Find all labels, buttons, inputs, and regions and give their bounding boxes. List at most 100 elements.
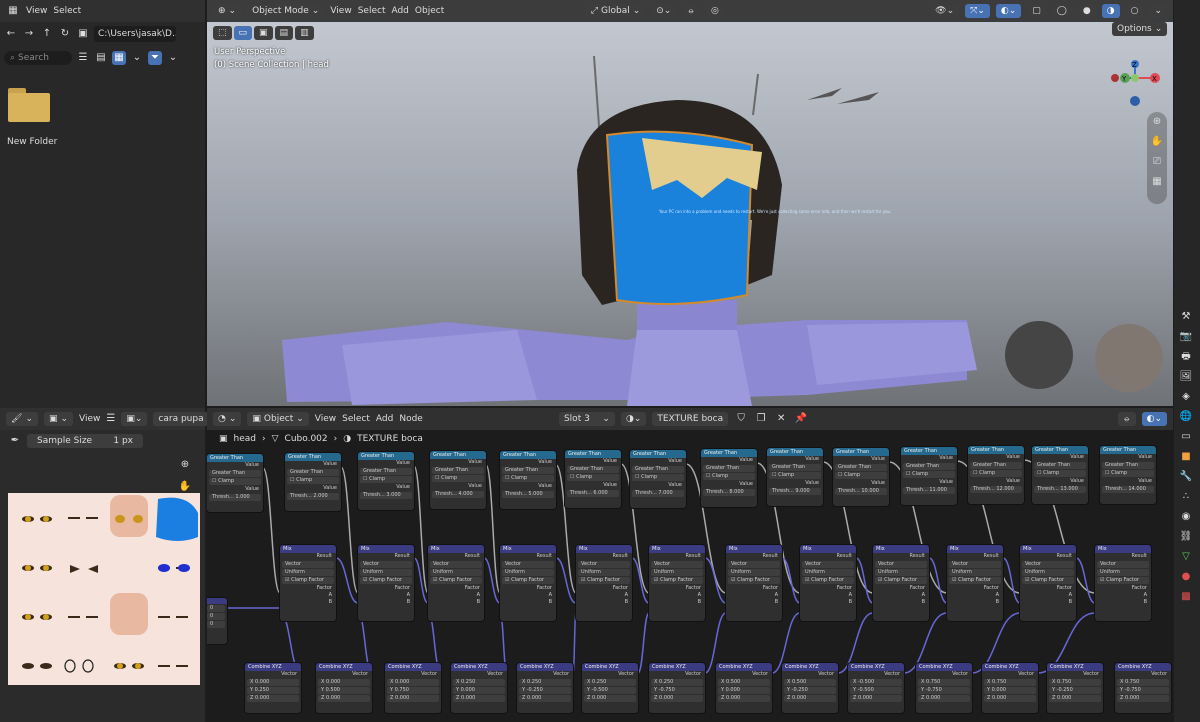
forward-icon[interactable]: → [22, 27, 36, 41]
menu-view[interactable]: View [26, 6, 47, 16]
greater-than-node[interactable]: Greater Than Value Greater Than ☐ Clamp Valu… [358, 452, 414, 510]
greater-than-node[interactable]: Greater Than Value Greater Than ☐ Clamp Valu… [565, 450, 621, 508]
folder-icon[interactable] [8, 88, 50, 122]
greater-than-node[interactable]: Greater Than Value Greater Than ☐ Clamp Valu… [1032, 446, 1088, 504]
grid-view-icon[interactable]: ▦ [112, 51, 126, 65]
greater-than-node[interactable]: Greater Than Value Greater Than ☐ Clamp Valu… [767, 448, 823, 506]
data-tab-icon[interactable]: ▽ [1179, 550, 1193, 564]
greater-than-node[interactable]: Greater Than Value Greater Than ☐ Clamp Valu… [430, 451, 486, 509]
parent-dir-icon[interactable]: ↑ [40, 27, 54, 41]
greater-than-node[interactable]: Greater Than Value Greater Than ☐ Clamp Valu… [207, 454, 263, 512]
list-view-icon[interactable]: ☰ [76, 51, 90, 65]
combine-xyz-node[interactable]: Combine XYZ Vector X 0.250 Y -0.500 Z 0.000 [582, 663, 638, 713]
combine-xyz-node[interactable]: Combine XYZ Vector X 0.250 Y -0.250 Z 0.000 [517, 663, 573, 713]
search-input[interactable]: ⌕ Search [4, 51, 72, 65]
path-field[interactable]: C:\Users\jasak\D... [94, 26, 176, 42]
object-tab-icon[interactable]: ■ [1179, 450, 1193, 464]
3d-viewport[interactable]: ⊕ ⌄ Object Mode ⌄ View Select Add Object ⤢… [207, 0, 1173, 406]
mix-node[interactable]: Mix Result Vector Uniform ☑ Clamp Factor Fact… [1020, 545, 1076, 621]
image-name-field[interactable]: cara pupa [153, 412, 209, 426]
output-tab-icon[interactable]: 🖶 [1179, 350, 1193, 364]
combine-xyz-node[interactable]: Combine XYZ Vector X 0.000 Y 0.250 Z 0.000 [245, 663, 301, 713]
combine-xyz-node[interactable]: Combine XYZ Vector X 0.750 Y -0.750 Z 0.000 [916, 663, 972, 713]
greater-than-node[interactable]: Greater Than Value Greater Than ☐ Clamp Valu… [500, 451, 556, 509]
node-input: B [848, 599, 852, 605]
threshold-field: Thresh... 3.000 [360, 492, 412, 499]
node-title: Combine XYZ [316, 663, 372, 671]
sample-size-field[interactable]: Sample Size 1 px [27, 434, 143, 448]
zoom-icon[interactable]: ⊕ [178, 458, 192, 472]
chevron-down-icon[interactable]: ⌄ [130, 51, 144, 65]
combine-xyz-node[interactable]: Combine XYZ Vector X 0.750 Y 0.000 Z 0.000 [982, 663, 1038, 713]
mix-node[interactable]: Mix Result Vector Uniform ☑ Clamp Factor Fact… [1095, 545, 1151, 621]
combine-xyz-node[interactable]: Combine XYZ Vector X -0.500 Y -0.500 Z 0.000 [848, 663, 904, 713]
greater-than-node[interactable]: Greater Than Value Greater Than ☐ Clamp Valu… [901, 447, 957, 505]
mix-node[interactable]: Mix Result Vector Uniform ☑ Clamp Factor Fact… [726, 545, 782, 621]
node-input: Value [1006, 478, 1020, 484]
greater-than-node[interactable]: Greater Than Value Greater Than ☐ Clamp Valu… [968, 446, 1024, 504]
greater-than-node[interactable]: Greater Than Value Greater Than ☐ Clamp Valu… [1100, 446, 1156, 504]
texture-image[interactable] [8, 493, 200, 685]
render-tab-icon[interactable]: 📷 [1179, 330, 1193, 344]
combine-xyz-node[interactable]: Combine XYZ Vector X 0.500 Y -0.250 Z 0.000 [782, 663, 838, 713]
mix-node[interactable]: Mix Result Vector Uniform ☑ Clamp Factor Fact… [947, 545, 1003, 621]
mix-node[interactable]: Mix Result Vector Uniform ☑ Clamp Factor Fact… [873, 545, 929, 621]
image-browse[interactable]: ▣⌄ [121, 412, 148, 426]
editor-type-icon[interactable]: ▦ [6, 4, 20, 18]
new-folder-icon[interactable]: ▣ [76, 27, 90, 41]
pan-hand-icon[interactable]: ✋ [178, 480, 192, 494]
offscreen-node[interactable]: 000 [207, 598, 227, 644]
clamp-checkbox: ☐ Clamp [970, 470, 1022, 477]
x-field: X 0.250 [584, 679, 636, 686]
combine-xyz-node[interactable]: Combine XYZ Vector X 0.000 Y 0.500 Z 0.000 [316, 663, 372, 713]
thumb-view-icon[interactable]: ▤ [94, 51, 108, 65]
physics-tab-icon[interactable]: ◉ [1179, 510, 1193, 524]
menu-select[interactable]: Select [53, 6, 81, 16]
greater-than-node[interactable]: Greater Than Value Greater Than ☐ Clamp Valu… [630, 450, 686, 508]
combine-xyz-node[interactable]: Combine XYZ Vector X 0.750 Y -0.750 Z 0.000 [1115, 663, 1171, 713]
collection-tab-icon[interactable]: ▭ [1179, 430, 1193, 444]
eyedropper-icon[interactable]: ✒ [8, 434, 22, 448]
combine-xyz-node[interactable]: Combine XYZ Vector X 0.000 Y 0.750 Z 0.000 [385, 663, 441, 713]
scene-tab-icon[interactable]: ◈ [1179, 390, 1193, 404]
back-icon[interactable]: ← [4, 27, 18, 41]
particles-tab-icon[interactable]: ∴ [1179, 490, 1193, 504]
greater-than-node[interactable]: Greater Than Value Greater Than ☐ Clamp Valu… [833, 448, 889, 506]
mode-dropdown[interactable]: ▣ ⌄ [43, 412, 74, 426]
refresh-icon[interactable]: ↻ [58, 27, 72, 41]
mix-node[interactable]: Mix Result Vector Uniform ☑ Clamp Factor Fact… [500, 545, 556, 621]
combine-xyz-node[interactable]: Combine XYZ Vector X 0.250 Y 0.000 Z 0.000 [451, 663, 507, 713]
modifier-tab-icon[interactable]: 🔧 [1179, 470, 1193, 484]
image-icon: ▣ [48, 414, 58, 424]
mix-node[interactable]: Mix Result Vector Uniform ☑ Clamp Factor Fact… [358, 545, 414, 621]
data-type-dropdown: Vector [802, 561, 854, 568]
menu-view[interactable]: View [79, 414, 100, 424]
node-title: Combine XYZ [848, 663, 904, 671]
material-tab-icon[interactable]: ● [1179, 570, 1193, 584]
greater-than-node[interactable]: Greater Than Value Greater Than ☐ Clamp Valu… [285, 453, 341, 511]
image-editor-header: 🖌 ⌄ ▣ ⌄ View ☰ ▣⌄ cara pupa [0, 408, 209, 430]
chevron-down-icon[interactable]: ⌄ [166, 51, 180, 65]
factor-mode-dropdown: Uniform [430, 569, 482, 576]
shader-node-editor[interactable]: ◔ ⌄ ▣ Object ⌄ View Select Add Node Slot 3 ⌄… [207, 408, 1173, 722]
combine-xyz-node[interactable]: Combine XYZ Vector X 0.250 Y -0.750 Z 0.000 [649, 663, 705, 713]
mix-node[interactable]: Mix Result Vector Uniform ☑ Clamp Factor Fact… [576, 545, 632, 621]
operation-dropdown: Greater Than [1102, 462, 1154, 469]
hamburger-icon[interactable]: ☰ [106, 412, 115, 426]
mix-node[interactable]: Mix Result Vector Uniform ☑ Clamp Factor Fact… [428, 545, 484, 621]
editor-type-button[interactable]: 🖌 ⌄ [6, 412, 38, 426]
texture-tab-icon[interactable]: ▩ [1179, 590, 1193, 604]
world-tab-icon[interactable]: 🌐 [1179, 410, 1193, 424]
combine-xyz-node[interactable]: Combine XYZ Vector X 0.750 Y -0.250 Z 0.000 [1047, 663, 1103, 713]
tool-tab-icon[interactable]: ⚒ [1179, 310, 1193, 324]
mix-node[interactable]: Mix Result Vector Uniform ☑ Clamp Factor Fact… [280, 545, 336, 621]
mix-node[interactable]: Mix Result Vector Uniform ☑ Clamp Factor Fact… [800, 545, 856, 621]
filter-icon[interactable]: ⏷ [148, 51, 162, 65]
constraints-tab-icon[interactable]: ⛓ [1179, 530, 1193, 544]
mix-node[interactable]: Mix Result Vector Uniform ☑ Clamp Factor Fact… [649, 545, 705, 621]
folder-label[interactable]: New Folder [7, 137, 57, 147]
greater-than-node[interactable]: Greater Than Value Greater Than ☐ Clamp Valu… [701, 449, 757, 507]
view-layer-tab-icon[interactable]: 🖼 [1179, 370, 1193, 384]
combine-xyz-node[interactable]: Combine XYZ Vector X 0.500 Y 0.000 Z 0.000 [716, 663, 772, 713]
clamp-checkbox: ☐ Clamp [209, 478, 261, 485]
